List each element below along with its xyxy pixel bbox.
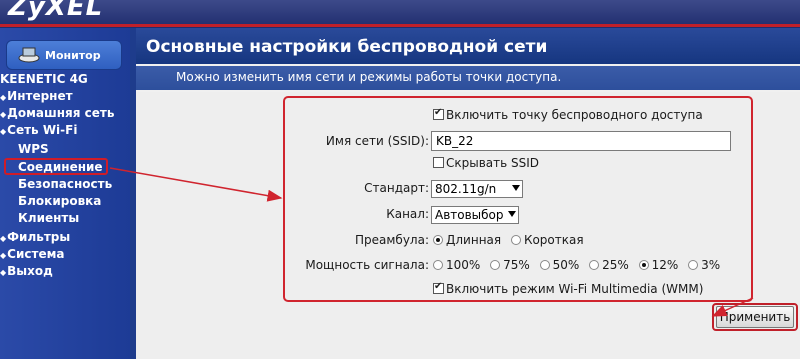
chevron-down-icon	[508, 211, 516, 217]
sidebar-subitem-wps[interactable]: WPS	[18, 141, 49, 158]
sidebar: Монитор KEENETIC 4G ◆Интернет ◆Домашняя …	[0, 28, 130, 359]
power-100-radio[interactable]	[433, 260, 443, 270]
hide-ssid-row: Скрывать SSID	[433, 156, 539, 170]
power-12-radio[interactable]	[638, 260, 649, 270]
power-label: Мощность сигнала:	[305, 258, 429, 272]
preamble-short-option[interactable]: Короткая	[510, 233, 584, 247]
sidebar-item-wifi[interactable]: ◆Сеть Wi-Fi	[0, 122, 77, 140]
sidebar-item-home-network[interactable]: ◆Домашняя сеть	[0, 105, 114, 123]
diamond-icon: ◆	[0, 234, 7, 243]
content-header: Основные настройки беспроводной сети	[136, 28, 800, 64]
preamble-long-radio[interactable]	[433, 235, 443, 245]
standard-select[interactable]: 802.11g/n	[431, 180, 523, 198]
zyxel-logo: ZyXEL	[8, 0, 104, 22]
chevron-down-icon	[512, 185, 520, 191]
power-100-option[interactable]: 100%	[433, 258, 480, 272]
wmm-label: Включить режим Wi-Fi Multimedia (WMM)	[446, 282, 704, 296]
monitor-button[interactable]: Монитор	[6, 40, 122, 70]
wmm-checkbox[interactable]	[433, 281, 444, 294]
subheader: Можно изменить имя сети и режимы работы …	[136, 66, 800, 90]
wmm-row: Включить режим Wi-Fi Multimedia (WMM)	[433, 281, 704, 296]
page-title: Основные настройки беспроводной сети	[146, 37, 548, 57]
power-50-option[interactable]: 50%	[539, 258, 579, 272]
diamond-icon: ◆	[0, 93, 7, 102]
diamond-icon: ◆	[0, 251, 7, 260]
diamond-icon: ◆	[0, 110, 7, 119]
power-75-radio[interactable]	[490, 260, 501, 270]
power-25-option[interactable]: 25%	[589, 258, 629, 272]
sidebar-subitem-security[interactable]: Безопасность	[18, 176, 112, 193]
standard-label: Стандарт:	[364, 181, 429, 195]
preamble-options: Длинная Короткая	[433, 233, 590, 247]
enable-ap-row: Включить точку беспроводного доступа	[433, 107, 703, 122]
sidebar-subitem-clients[interactable]: Клиенты	[18, 210, 79, 227]
monitor-icon	[18, 47, 40, 63]
preamble-long-option[interactable]: Длинная	[433, 233, 501, 247]
channel-value: Автовыбор	[435, 208, 504, 222]
standard-value: 802.11g/n	[435, 182, 497, 196]
preamble-short-radio[interactable]	[510, 235, 521, 245]
hide-ssid-label: Скрывать SSID	[446, 156, 540, 170]
diamond-icon: ◆	[0, 127, 7, 136]
sidebar-item-system[interactable]: ◆Система	[0, 246, 64, 264]
power-25-radio[interactable]	[589, 260, 600, 270]
model-name: KEENETIC 4G	[0, 72, 88, 86]
preamble-label: Преамбула:	[355, 233, 429, 247]
power-3-radio[interactable]	[688, 260, 699, 270]
power-options: 100% 75% 50% 25% 12% 3%	[433, 258, 726, 272]
enable-ap-checkbox[interactable]	[433, 107, 444, 120]
sidebar-item-logout[interactable]: ◆Выход	[0, 263, 53, 281]
ssid-input[interactable]	[431, 131, 731, 151]
enable-ap-label: Включить точку беспроводного доступа	[446, 108, 703, 122]
hide-ssid-checkbox[interactable]	[433, 157, 444, 168]
sidebar-subitem-blocking[interactable]: Блокировка	[18, 193, 101, 210]
monitor-label: Монитор	[45, 48, 101, 62]
sidebar-item-internet[interactable]: ◆Интернет	[0, 88, 73, 106]
connection-highlight-box	[4, 158, 108, 175]
power-75-option[interactable]: 75%	[490, 258, 530, 272]
apply-button[interactable]: Применить	[716, 306, 794, 328]
channel-select[interactable]: Автовыбор	[431, 206, 519, 224]
page-subtitle: Можно изменить имя сети и режимы работы …	[176, 70, 562, 84]
channel-label: Канал:	[386, 207, 429, 221]
power-3-option[interactable]: 3%	[688, 258, 720, 272]
top-bar: ZyXEL	[0, 0, 800, 28]
top-divider	[0, 24, 800, 27]
ssid-label: Имя сети (SSID):	[325, 134, 429, 148]
diamond-icon: ◆	[0, 268, 7, 277]
power-12-option[interactable]: 12%	[638, 258, 678, 272]
power-50-radio[interactable]	[539, 260, 550, 270]
sidebar-item-filters[interactable]: ◆Фильтры	[0, 229, 70, 247]
